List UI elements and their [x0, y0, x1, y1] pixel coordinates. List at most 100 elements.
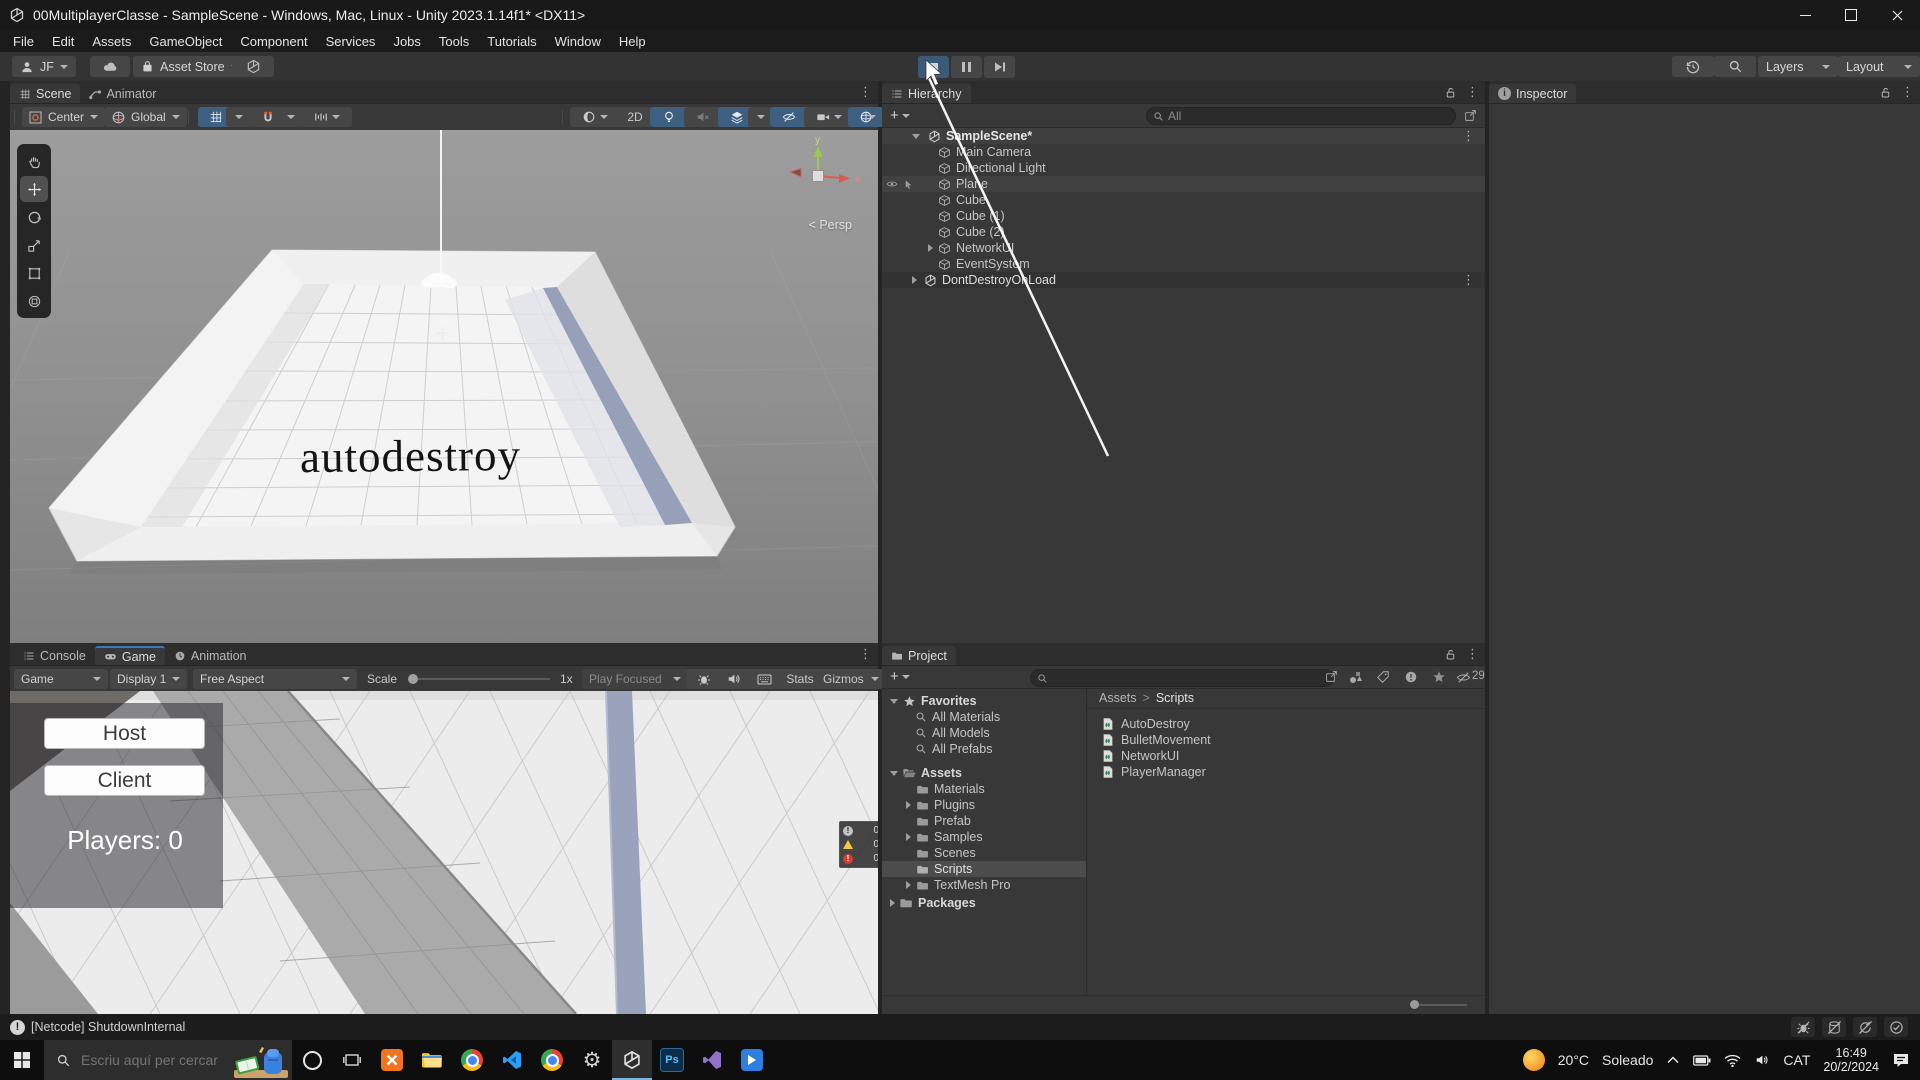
log-importance-icon[interactable] [1404, 670, 1418, 684]
increment-snap-button[interactable] [302, 107, 352, 127]
grid-snapping-dropdown[interactable] [226, 107, 252, 127]
action-center-icon[interactable] [1892, 1052, 1910, 1068]
create-asset-button[interactable]: + [890, 668, 910, 685]
menu-window[interactable]: Window [546, 34, 610, 49]
asset-store-button[interactable]: Asset Store [133, 56, 247, 77]
rect-tool[interactable] [20, 260, 48, 286]
scene-options-kebab-icon[interactable]: ⋮ [1462, 128, 1475, 144]
activity-ok-button[interactable] [1884, 1017, 1908, 1037]
scene-options-kebab-icon[interactable]: ⋮ [1462, 272, 1475, 288]
inspector-menu-kebab-icon[interactable]: ⋮ [1901, 84, 1914, 100]
scale-tool[interactable] [20, 232, 48, 258]
play-focused-dropdown[interactable]: Play Focused [582, 669, 688, 689]
view-hand-tool[interactable] [20, 148, 48, 174]
game-menu-kebab-icon[interactable]: ⋮ [859, 646, 872, 662]
lock-icon[interactable] [1444, 648, 1457, 661]
display-mode-dropdown[interactable]: Game [14, 669, 108, 689]
game-viewport[interactable]: Host Client Players: 0 ! 0 0 ! 0 [10, 691, 878, 1014]
taskbar-unity-active[interactable] [612, 1040, 652, 1080]
cache-server-disabled-button[interactable] [1822, 1017, 1846, 1037]
foldout-collapsed-icon[interactable] [912, 276, 917, 284]
scene-menu-kebab-icon[interactable]: ⋮ [859, 84, 872, 100]
layout-dropdown[interactable]: Layout [1838, 56, 1920, 77]
scene-visibility-toggle[interactable] [770, 107, 808, 127]
tab-project[interactable]: Project [882, 646, 956, 665]
stats-button[interactable]: Stats [776, 669, 824, 689]
foldout-expanded-icon[interactable] [912, 134, 920, 139]
client-button[interactable]: Client [44, 765, 205, 796]
menu-tutorials[interactable]: Tutorials [478, 34, 545, 49]
undo-history-button[interactable] [1672, 56, 1714, 77]
taskbar-file-explorer[interactable] [412, 1040, 452, 1080]
lighting-toggle[interactable] [650, 107, 688, 127]
tool-handle-position-dropdown[interactable]: Center [22, 107, 105, 127]
tree-plugins[interactable]: Plugins [882, 797, 1086, 813]
rotate-tool[interactable] [20, 204, 48, 230]
hierarchy-menu-kebab-icon[interactable]: ⋮ [1466, 84, 1479, 100]
tab-animation[interactable]: Animation [165, 646, 256, 665]
taskbar-vscode[interactable] [492, 1040, 532, 1080]
menu-assets[interactable]: Assets [83, 34, 140, 49]
tree-all-prefabs[interactable]: All Prefabs [882, 741, 1086, 757]
display-dropdown[interactable]: Display 1 [110, 669, 187, 689]
tray-chevron-up-icon[interactable] [1666, 1054, 1680, 1066]
account-button[interactable]: JF [12, 56, 76, 77]
weather-description[interactable]: Soleado [1602, 1052, 1653, 1068]
tab-scene[interactable]: Scene [10, 84, 80, 103]
taskbar-settings[interactable]: ⚙ [572, 1040, 612, 1080]
menu-edit[interactable]: Edit [43, 34, 83, 49]
tree-favorites[interactable]: Favorites [882, 693, 1086, 709]
tree-materials[interactable]: Materials [882, 781, 1086, 797]
debugger-disabled-button[interactable] [1791, 1017, 1815, 1037]
search-button[interactable] [1714, 56, 1756, 77]
hierarchy-row-eventsystem[interactable]: EventSystem [882, 256, 1485, 272]
stop-button[interactable] [918, 56, 949, 78]
start-button[interactable] [0, 1040, 44, 1080]
lock-icon[interactable] [1444, 86, 1457, 99]
picking-cursor-icon[interactable] [903, 179, 914, 190]
taskbar-clock[interactable]: 16:49 20/2/2024 [1823, 1046, 1879, 1074]
scale-slider-track[interactable] [410, 678, 550, 680]
hierarchy-row-directional-light[interactable]: Directional Light [882, 160, 1485, 176]
menu-file[interactable]: File [4, 34, 43, 49]
foldout-collapsed-icon[interactable] [906, 833, 911, 841]
tab-game[interactable]: Game [95, 646, 165, 665]
tool-orientation-dropdown[interactable]: Global [105, 107, 187, 127]
taskbar-chrome-2[interactable] [532, 1040, 572, 1080]
foldout-expanded-icon[interactable] [890, 699, 898, 704]
step-button[interactable] [984, 56, 1015, 78]
gizmos-dropdown[interactable] [860, 107, 884, 127]
hierarchy-row-cube-1[interactable]: Cube (1) [882, 208, 1485, 224]
scene-orientation-gizmo[interactable]: y x [770, 134, 866, 214]
project-search-field[interactable] [1030, 669, 1334, 687]
hierarchy-row-scene[interactable]: SampleScene* ⋮ [882, 128, 1485, 144]
file-networkui[interactable]: NetworkUI [1087, 748, 1485, 764]
hierarchy-search-field[interactable]: All [1146, 107, 1456, 125]
2d-toggle[interactable]: 2D [616, 107, 654, 127]
tree-textmesh-pro[interactable]: TextMesh Pro [882, 877, 1086, 893]
lock-icon[interactable] [1879, 86, 1892, 99]
menu-services[interactable]: Services [317, 34, 385, 49]
thumbnail-size-slider-track[interactable] [1411, 1004, 1467, 1006]
host-button[interactable]: Host [44, 718, 205, 749]
menu-help[interactable]: Help [610, 34, 655, 49]
weather-sun-icon[interactable] [1523, 1049, 1545, 1071]
pause-button[interactable] [951, 56, 982, 78]
hierarchy-row-cube[interactable]: Cube [882, 192, 1485, 208]
language-indicator[interactable]: CAT [1783, 1052, 1810, 1068]
taskbar-task-view[interactable] [332, 1040, 372, 1080]
tree-samples[interactable]: Samples [882, 829, 1086, 845]
open-search-window-icon[interactable] [1325, 670, 1338, 683]
visibility-eye-icon[interactable] [886, 178, 898, 190]
gizmos-dropdown-game[interactable]: Gizmos [818, 669, 884, 689]
minimize-button[interactable] [1782, 0, 1828, 30]
scale-slider-knob[interactable] [408, 674, 418, 684]
tab-console[interactable]: Console [14, 646, 95, 665]
tree-scenes[interactable]: Scenes [882, 845, 1086, 861]
taskbar-photoshop[interactable]: Ps [652, 1040, 692, 1080]
scene-viewport[interactable]: y x < Persp autodestroy [10, 130, 878, 643]
breadcrumb-current[interactable]: Scripts [1156, 691, 1194, 705]
menu-jobs[interactable]: Jobs [384, 34, 429, 49]
search-by-label-icon[interactable] [1376, 670, 1390, 684]
volume-icon[interactable] [1754, 1053, 1770, 1067]
